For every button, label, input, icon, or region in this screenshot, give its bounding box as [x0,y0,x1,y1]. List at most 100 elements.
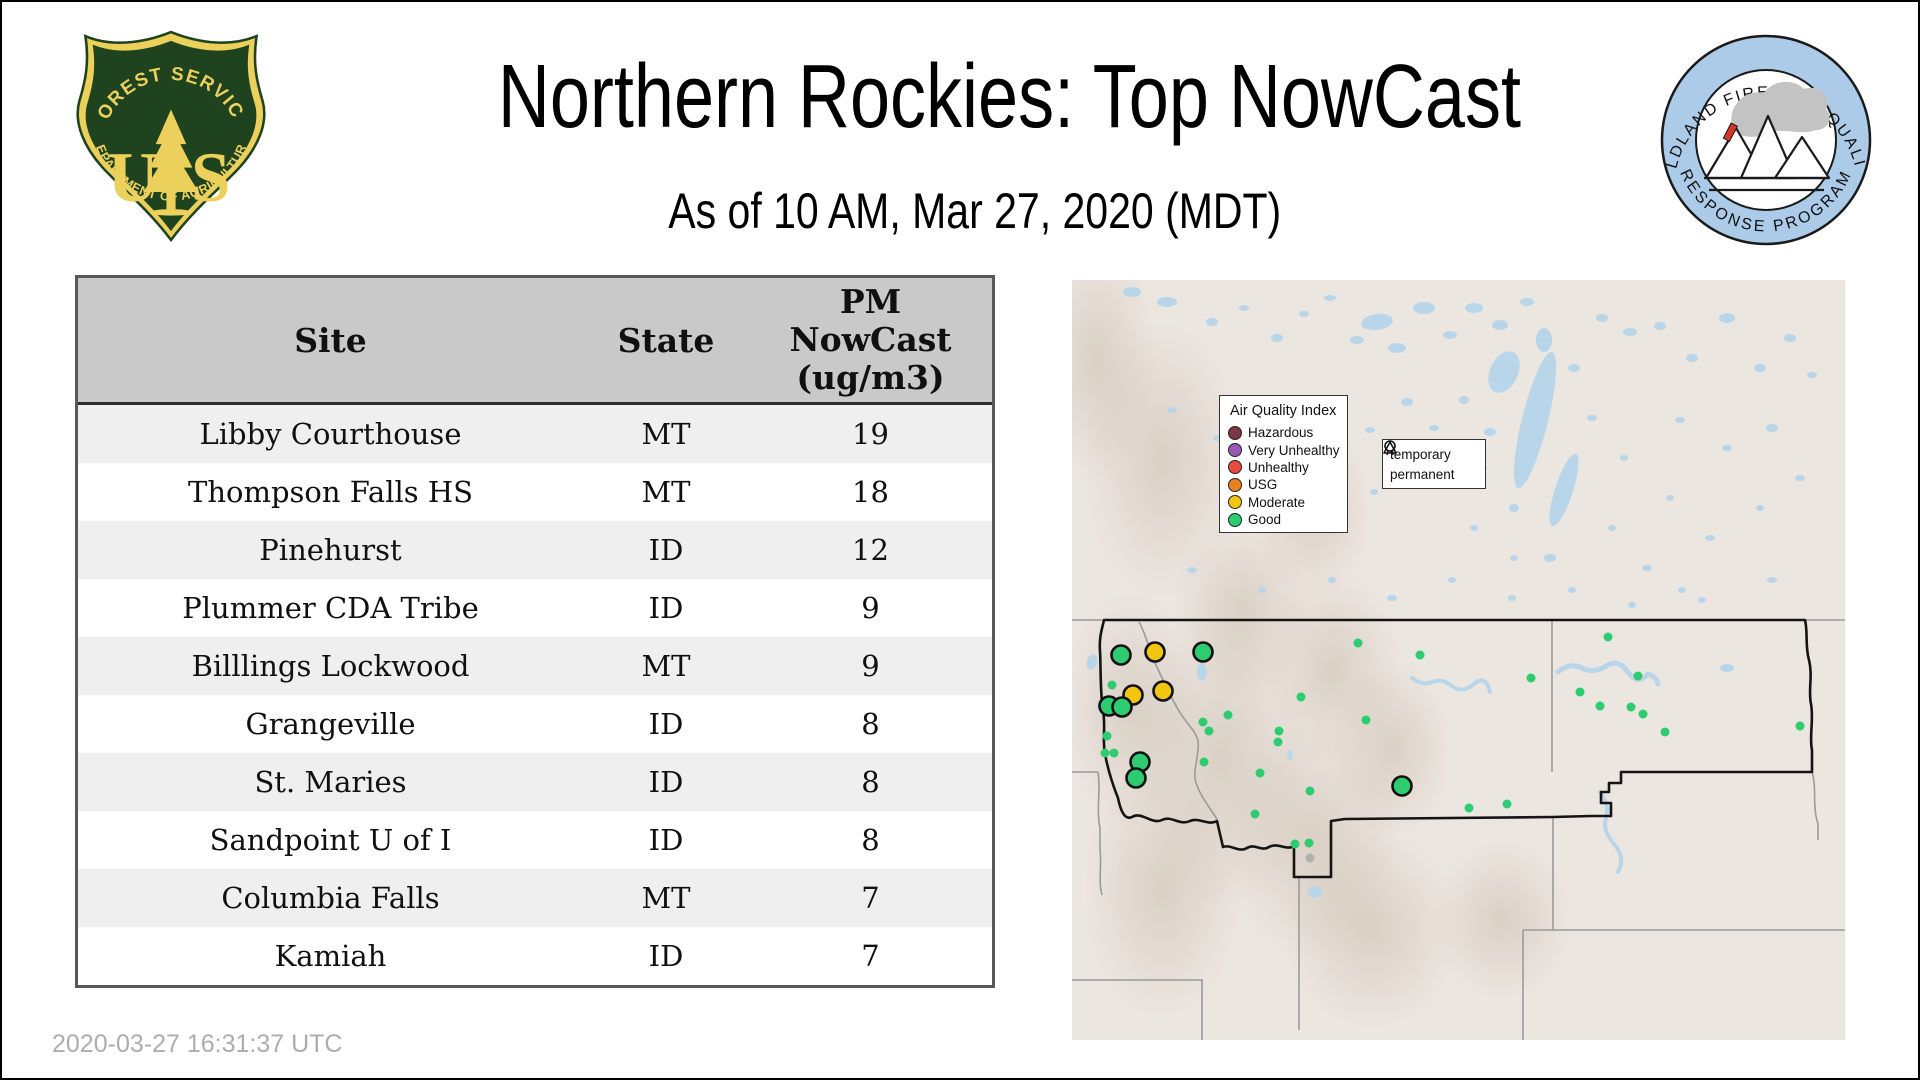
generated-timestamp: 2020-03-27 16:31:37 UTC [52,1030,343,1058]
aqi-legend: Air Quality Index Hazardous Very Unhealth… [1219,395,1348,533]
state-cell: ID [648,939,684,973]
site-marker-large [1144,641,1166,663]
pm-value-cell: 12 [852,533,889,567]
site-marker-small [1109,748,1119,758]
page-title-text: Northern Rockies: Top NowCast [497,47,1521,147]
table-row: Thompson Falls HS MT 18 [78,463,992,521]
aqi-item-label: Moderate [1248,494,1306,510]
pm-value-cell: 8 [861,823,880,857]
table-row: Sandpoint U of I ID 8 [78,811,992,869]
site-marker-small [1274,726,1284,736]
table-header-row: Site State PM NowCast (ug/m3) [78,278,992,405]
forest-service-shield-icon: FOREST SERVICE DEPARTMENT OF AGRICULTURE… [62,11,266,243]
site-marker-small [1626,702,1636,712]
site-marker-small [1199,757,1209,767]
table-body: Libby Courthouse MT 19 Thompson Falls HS MT 1… [78,405,992,985]
aqi-item-label: Unhealthy [1248,459,1309,475]
aqi-item-label: Very Unhealthy [1248,442,1340,458]
aqi-color-dot [1228,460,1242,475]
aqi-color-dot [1228,425,1242,440]
wfaqrp-logo: WILDLAND FIRE • AIR QUALITY RESPONSE PRO… [1656,30,1876,250]
state-cell: ID [648,823,684,857]
site-cell: Sandpoint U of I [209,823,452,857]
pm-value-cell: 18 [852,475,889,509]
site-marker-small [1660,727,1670,737]
site-marker-small [1107,680,1117,690]
site-cell: Plummer CDA Tribe [182,591,479,625]
column-header-site: Site [294,320,367,360]
site-marker-small [1250,809,1260,819]
site-marker-small [1305,786,1315,796]
aqi-color-dot [1228,443,1242,458]
pm-value-cell: 9 [861,591,880,625]
site-marker-large [1192,641,1214,663]
site-marker-small [1595,701,1605,711]
site-cell: Pinehurst [259,533,402,567]
table-row: Plummer CDA Tribe ID 9 [78,579,992,637]
site-marker-large [1152,680,1174,702]
site-marker-small [1526,673,1536,683]
site-marker-small [1464,803,1474,813]
permanent-monitor-icon [1383,441,1397,454]
state-cell: ID [648,533,684,567]
aqi-legend-item: Very Unhealthy [1228,441,1341,458]
aqi-legend-title: Air Quality Index [1230,403,1337,419]
aqi-legend-item: Unhealthy [1228,459,1341,476]
site-marker-small [1361,715,1371,725]
site-cell: Grangeville [245,707,416,741]
site-cell: Libby Courthouse [199,417,462,451]
site-marker-small [1415,650,1425,660]
state-cell: MT [641,475,691,509]
table-row: Kamiah ID 7 [78,927,992,985]
site-marker-large [1391,775,1413,797]
pm-value-cell: 8 [861,707,880,741]
aqi-color-dot [1228,512,1242,527]
site-marker-small [1204,726,1214,736]
site-marker-large [1111,696,1133,718]
aqi-legend-item: USG [1228,476,1341,493]
pm-value-cell: 7 [861,881,880,915]
map-canvas [1072,280,1845,1040]
fs-monogram-u: U [108,138,159,217]
table-row: St. Maries ID 8 [78,753,992,811]
state-cell: ID [648,707,684,741]
permanent-legend-row: permanent [1383,441,1481,484]
fs-monogram-s: S [191,138,231,217]
site-marker-small [1795,721,1805,731]
report-slide: FOREST SERVICE DEPARTMENT OF AGRICULTURE… [0,0,1920,1080]
site-marker-small [1633,671,1643,681]
region-map: Air Quality Index Hazardous Very Unhealth… [1072,280,1845,1040]
aqi-legend-item: Hazardous [1228,424,1341,441]
site-marker-small [1304,838,1314,848]
aqi-item-label: USG [1248,477,1278,493]
site-cell: Columbia Falls [221,881,440,915]
state-cell: MT [641,417,691,451]
aqi-legend-item: Moderate [1228,494,1341,511]
state-cell: ID [648,765,684,799]
site-marker-small [1100,748,1110,758]
column-header-state: State [617,320,715,360]
column-header-pm: PM NowCast (ug/m3) [749,283,992,397]
site-marker-small [1575,687,1585,697]
page-subtitle: As of 10 AM, Mar 27, 2020 (MDT) [370,186,1580,236]
aqi-legend-items: Hazardous Very Unhealthy Unhealthy USG Moder… [1228,424,1341,528]
site-marker-large [1125,767,1147,789]
forest-service-logo: FOREST SERVICE DEPARTMENT OF AGRICULTURE… [62,11,276,244]
temporary-label: temporary [1390,446,1451,462]
aqi-item-label: Hazardous [1248,425,1314,441]
site-cell: Thompson Falls HS [187,475,474,509]
column-header-pm-text: PM NowCast (ug/m3) [789,282,952,397]
site-marker-small [1223,710,1233,720]
table-row: Billlings Lockwood MT 9 [78,637,992,695]
site-marker-small [1638,709,1648,719]
site-marker-small [1296,692,1306,702]
site-cell: Billlings Lockwood [191,649,470,683]
site-marker-small [1502,799,1512,809]
state-cell: MT [641,881,691,915]
aqi-color-dot [1228,495,1242,510]
temporary-legend-row: temporary [1384,440,1481,464]
pm-value-cell: 9 [861,649,880,683]
site-cell: Kamiah [274,939,387,973]
pm-value-cell: 7 [861,939,880,973]
site-marker-small [1255,768,1265,778]
